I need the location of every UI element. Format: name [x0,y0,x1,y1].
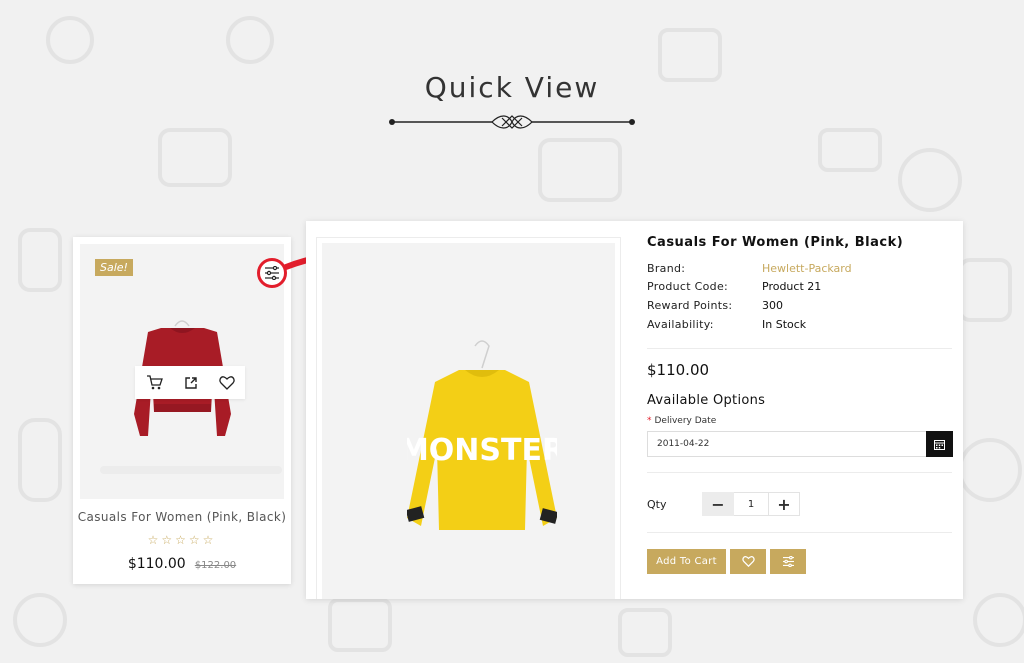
modal-product-image: MONSTER [316,237,621,599]
qty-input[interactable]: 1 [734,492,768,517]
page-title: Quick View [424,70,600,104]
meta-row-brand: Brand: Hewlett-Packard [647,259,952,278]
delivery-date-input[interactable]: 2011-04-22 [647,431,926,458]
meta-row-availability: Availability: In Stock [647,315,952,334]
card-action-bar [135,366,245,399]
title-divider [389,115,635,129]
required-mark: * [647,416,652,427]
brand-link[interactable]: Hewlett-Packard [762,262,852,275]
product-info: Casuals For Women (Pink, Black) Brand: H… [647,235,953,575]
meta-row-code: Product Code: Product 21 [647,278,952,297]
divider [647,532,952,534]
product-image-yellow-sweater: MONSTER [407,340,557,530]
product-card-image[interactable]: Sale! [80,244,287,499]
meta-label: Brand: [647,261,686,275]
rating-stars: ☆☆☆☆☆ [147,533,217,547]
price-current: $110.00 [127,556,186,572]
cart-icon [146,375,163,390]
qty-increase-button[interactable]: + [768,492,800,517]
options-heading: Available Options [647,393,766,409]
heart-icon [218,375,235,390]
wishlist-icon-button[interactable] [218,375,235,390]
action-buttons: Add To Cart [647,549,952,575]
card-product-name[interactable]: Casuals For Women (Pink, Black) [73,510,291,524]
divider [647,472,952,474]
delivery-date-text: Delivery Date [654,416,717,427]
sliders-icon [782,556,794,568]
delivery-date-label: * Delivery Date [647,416,952,426]
quick-view-modal: MONSTER Casuals For Women (Pink, Black) … [306,221,963,599]
sliders-icon [265,266,279,280]
view-details-icon-button[interactable] [184,376,198,390]
meta-label: Availability: [647,317,714,331]
quantity-row: Qty − 1 + [647,491,952,517]
meta-value: In Stock [762,317,807,331]
calendar-button[interactable] [926,431,953,458]
meta-label: Product Code: [647,280,729,294]
modal-price: $110.00 [647,361,710,380]
divider [647,348,952,350]
meta-value: Product 21 [762,280,822,294]
heart-icon [741,556,755,568]
product-card[interactable]: Sale! Casuals For Women (Pink, Black) ☆☆… [73,237,291,584]
image-shadow [100,466,282,474]
price-old: $122.00 [194,560,237,571]
calendar-icon [934,439,945,450]
add-to-wishlist-button[interactable] [730,549,766,575]
svg-text:MONSTER: MONSTER [407,433,557,468]
external-link-icon [184,376,197,389]
compare-button[interactable] [770,549,806,575]
product-meta: Brand: Hewlett-Packard Product Code: Pro… [647,259,952,333]
card-price: $110.00 $122.00 [73,553,291,572]
meta-label: Reward Points: [647,298,733,312]
qty-label: Qty [647,497,667,511]
delivery-date-row: 2011-04-22 [647,431,953,458]
add-to-cart-button[interactable]: Add To Cart [647,549,726,575]
product-title: Casuals For Women (Pink, Black) [647,235,904,250]
meta-value: 300 [762,298,783,312]
sale-badge: Sale! [95,259,133,276]
meta-row-reward: Reward Points: 300 [647,296,952,315]
qty-decrease-button[interactable]: − [702,492,734,517]
add-to-cart-icon-button[interactable] [146,375,163,390]
